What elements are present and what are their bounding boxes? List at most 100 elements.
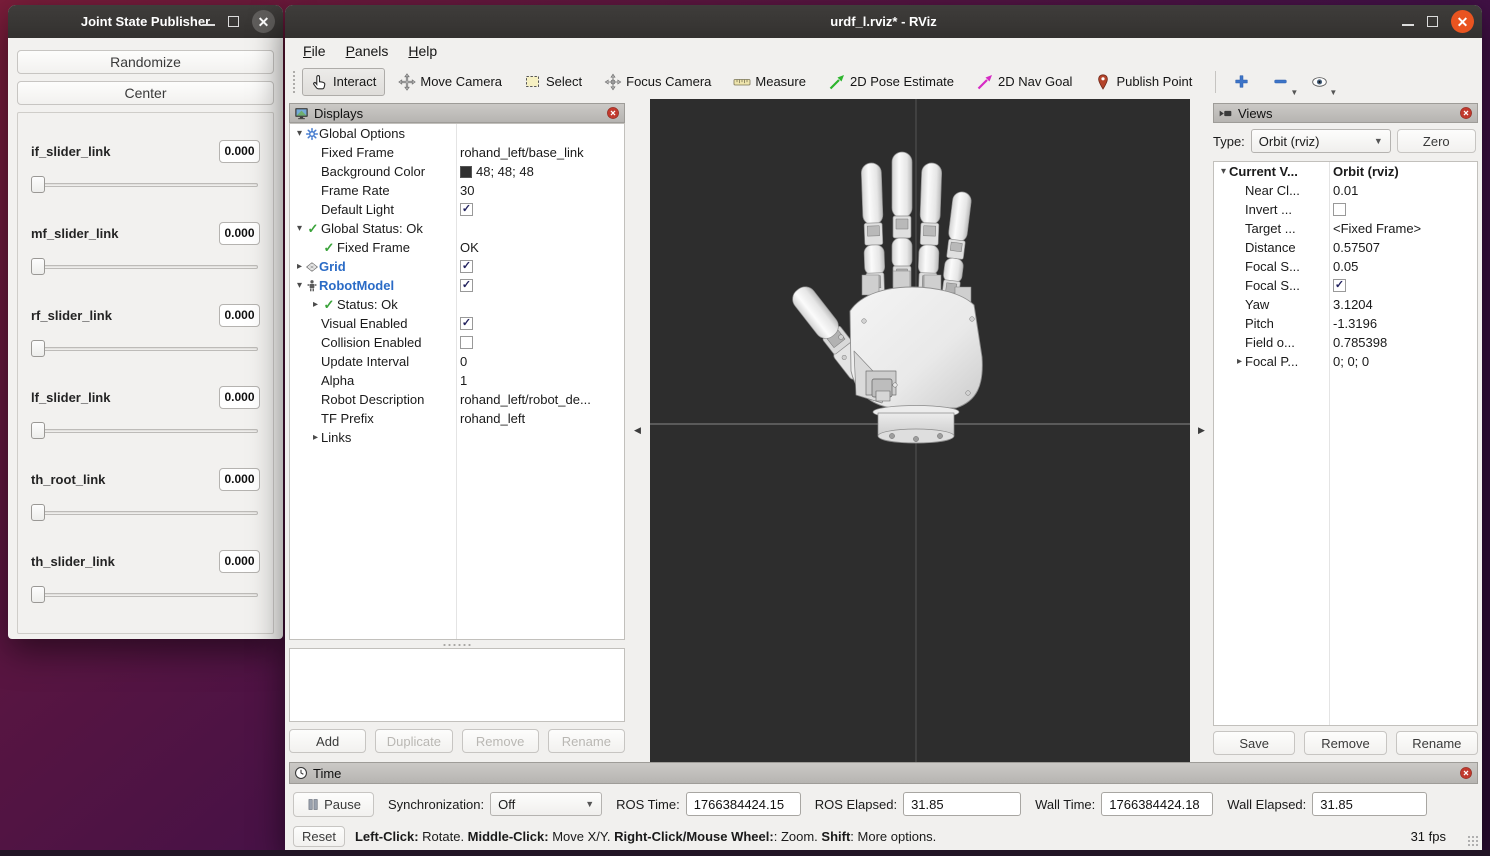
expand-arrow-icon[interactable]: ▾	[294, 280, 305, 291]
tree-row[interactable]: ▾✓Global Status: Ok	[290, 219, 624, 238]
property-value[interactable]: 1	[460, 373, 467, 388]
slider-track[interactable]	[31, 265, 258, 269]
time-field-value[interactable]: 31.85	[1312, 792, 1427, 816]
collapse-arrow-icon[interactable]: ▸	[310, 299, 321, 310]
property-value[interactable]: 3.1204	[1333, 297, 1373, 312]
zoom-out-button[interactable]: ▼	[1265, 68, 1296, 96]
tool-select-button[interactable]: Select	[515, 68, 591, 96]
tree-row[interactable]: TF Prefixrohand_left	[290, 409, 624, 428]
tree-row[interactable]: Robot Descriptionrohand_left/robot_de...	[290, 390, 624, 409]
tree-row[interactable]: ▾RobotModel✓	[290, 276, 624, 295]
time-field-value[interactable]: 1766384424.18	[1101, 792, 1213, 816]
resize-grip[interactable]	[1467, 835, 1479, 847]
joint-value-field[interactable]: 0.000	[219, 386, 260, 409]
tool-2d-pose-estimate-button[interactable]: 2D Pose Estimate	[819, 68, 963, 96]
checkbox[interactable]: ✓	[460, 279, 473, 292]
tree-row[interactable]: Update Interval0	[290, 352, 624, 371]
tool-move-camera-button[interactable]: Move Camera	[389, 68, 511, 96]
tree-row[interactable]: Visual Enabled✓	[290, 314, 624, 333]
expand-arrow-icon[interactable]: ▾	[1218, 166, 1229, 177]
joint-value-field[interactable]: 0.000	[219, 550, 260, 573]
time-field-value[interactable]: 31.85	[903, 792, 1021, 816]
eye-button[interactable]: ▼	[1304, 68, 1335, 96]
joint-slider[interactable]	[31, 586, 260, 604]
checkbox[interactable]	[1333, 203, 1346, 216]
property-value[interactable]: 30	[460, 183, 474, 198]
randomize-button[interactable]: Randomize	[17, 50, 274, 74]
close-red-icon[interactable]	[606, 106, 620, 120]
tree-row[interactable]: Focal S...✓	[1214, 276, 1477, 295]
checkbox[interactable]: ✓	[460, 203, 473, 216]
joint-value-field[interactable]: 0.000	[219, 140, 260, 163]
tool-measure-button[interactable]: Measure	[724, 68, 815, 96]
close-red-icon[interactable]	[1459, 106, 1473, 120]
jsp-titlebar[interactable]: Joint State Publisher ✕	[8, 5, 283, 38]
slider-track[interactable]	[31, 183, 258, 187]
displays-panel-header[interactable]: Displays	[289, 103, 625, 123]
checkbox[interactable]: ✓	[460, 260, 473, 273]
menu-file[interactable]: File	[293, 41, 336, 61]
slider-handle[interactable]	[31, 422, 45, 439]
property-value[interactable]: 48; 48; 48	[460, 164, 534, 179]
property-value[interactable]: 0	[460, 354, 467, 369]
property-value[interactable]: ✓	[460, 203, 473, 216]
slider-track[interactable]	[31, 347, 258, 351]
slider-handle[interactable]	[31, 586, 45, 603]
splitter-handle[interactable]	[442, 643, 472, 647]
minimize-icon[interactable]	[203, 24, 215, 26]
tree-row[interactable]: Focal S...0.05	[1214, 257, 1477, 276]
time-panel-header[interactable]: Time	[289, 762, 1478, 784]
joint-value-field[interactable]: 0.000	[219, 304, 260, 327]
close-icon[interactable]: ✕	[252, 10, 275, 33]
close-icon[interactable]: ✕	[1451, 10, 1474, 33]
tool-focus-camera-button[interactable]: Focus Camera	[595, 68, 720, 96]
property-value[interactable]: 0; 0; 0	[1333, 354, 1369, 369]
property-value[interactable]: ✓	[1333, 279, 1346, 292]
property-value[interactable]: -1.3196	[1333, 316, 1377, 331]
rviz-titlebar[interactable]: urdf_l.rviz* - RViz ✕	[285, 5, 1482, 38]
maximize-icon[interactable]	[1427, 16, 1438, 27]
reset-button[interactable]: Reset	[293, 826, 345, 847]
tree-row[interactable]: ▾Current V...Orbit (rviz)	[1214, 162, 1477, 181]
time-field-value[interactable]: 1766384424.15	[686, 792, 801, 816]
slider-handle[interactable]	[31, 258, 45, 275]
slider-track[interactable]	[31, 511, 258, 515]
property-value[interactable]: 0.05	[1333, 259, 1358, 274]
tree-row[interactable]: Yaw3.1204	[1214, 295, 1477, 314]
joint-slider[interactable]	[31, 340, 260, 358]
save-button[interactable]: Save	[1213, 731, 1295, 755]
rename-button[interactable]: Rename	[1396, 731, 1478, 755]
expand-arrow-icon[interactable]: ▾	[294, 223, 305, 234]
tool-publish-point-button[interactable]: Publish Point	[1085, 68, 1201, 96]
collapse-left-icon[interactable]: ◀	[634, 425, 641, 436]
tool-2d-nav-goal-button[interactable]: 2D Nav Goal	[967, 68, 1081, 96]
collapse-arrow-icon[interactable]: ▸	[294, 261, 305, 272]
expand-arrow-icon[interactable]: ▾	[294, 128, 305, 139]
tree-row[interactable]: ▾Global Options	[290, 124, 624, 143]
slider-track[interactable]	[31, 593, 258, 597]
tree-row[interactable]: ▸Grid✓	[290, 257, 624, 276]
tree-row[interactable]: Fixed Framerohand_left/base_link	[290, 143, 624, 162]
collapse-arrow-icon[interactable]: ▸	[1234, 356, 1245, 367]
view-type-select[interactable]: Orbit (rviz) ▼	[1251, 129, 1391, 153]
property-value[interactable]: rohand_left/robot_de...	[460, 392, 591, 407]
slider-handle[interactable]	[31, 176, 45, 193]
property-value[interactable]	[1333, 203, 1346, 216]
views-collapse-gutter[interactable]: ▶	[1190, 99, 1213, 762]
slider-handle[interactable]	[31, 504, 45, 521]
center-button[interactable]: Center	[17, 81, 274, 105]
property-value[interactable]: 0.01	[1333, 183, 1358, 198]
joint-slider[interactable]	[31, 176, 260, 194]
checkbox[interactable]: ✓	[460, 317, 473, 330]
property-value[interactable]: rohand_left	[460, 411, 525, 426]
tree-row[interactable]: Background Color48; 48; 48	[290, 162, 624, 181]
tree-row[interactable]: ▸Focal P...0; 0; 0	[1214, 352, 1477, 371]
property-value[interactable]: rohand_left/base_link	[460, 145, 584, 160]
property-value[interactable]: <Fixed Frame>	[1333, 221, 1421, 236]
property-value[interactable]: 0.785398	[1333, 335, 1387, 350]
property-value[interactable]: ✓	[460, 317, 473, 330]
zoom-in-button[interactable]	[1226, 68, 1257, 96]
slider-handle[interactable]	[31, 340, 45, 357]
views-panel-header[interactable]: Views	[1213, 103, 1478, 123]
tree-row[interactable]: ▸Links	[290, 428, 624, 447]
